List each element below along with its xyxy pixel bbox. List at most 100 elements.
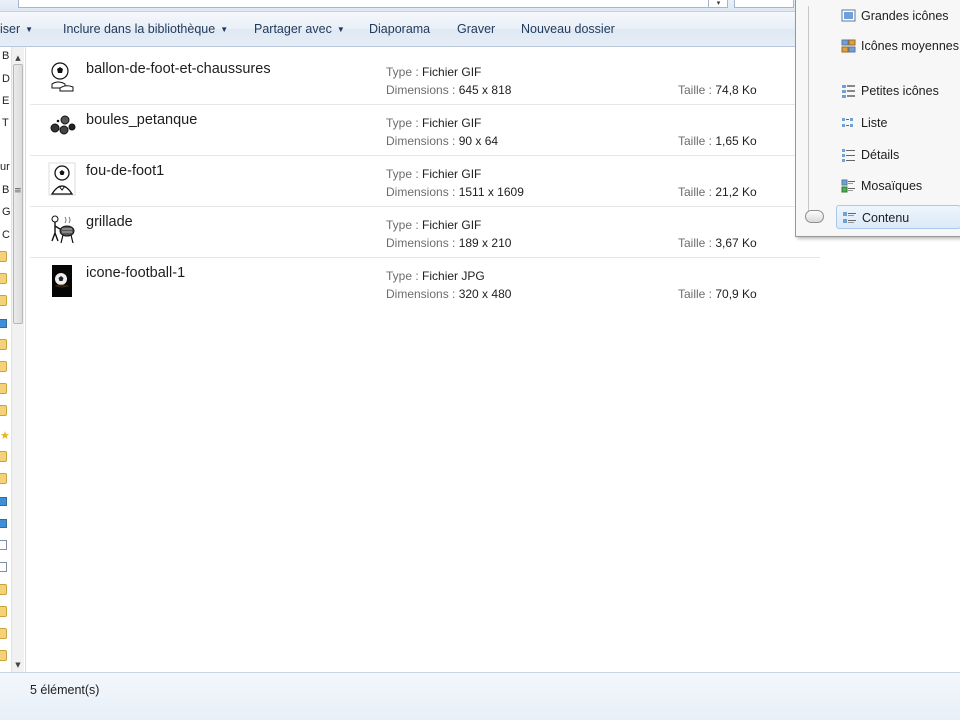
folder-icon[interactable] — [0, 451, 7, 462]
view-slider-track[interactable] — [808, 6, 809, 220]
share-with-button[interactable]: Partager avec ▼ — [254, 12, 345, 46]
folder-icon[interactable] — [0, 361, 7, 372]
nav-item-label[interactable]: G — [2, 206, 11, 218]
folder-icon[interactable] — [0, 273, 7, 284]
file-row[interactable]: boules_petanque Type : Fichier GIF Dimen… — [30, 105, 820, 156]
scroll-down-icon[interactable]: ▼ — [12, 658, 24, 672]
view-slider-handle[interactable] — [805, 210, 824, 223]
menu-item-small-icons[interactable]: Petites icônes — [836, 79, 960, 103]
burn-button[interactable]: Graver — [457, 12, 495, 46]
include-label: Inclure dans la bibliothèque — [63, 22, 216, 36]
scroll-up-icon[interactable]: ▲ — [12, 51, 24, 65]
menu-item-label: Petites icônes — [861, 84, 939, 98]
network-icon[interactable] — [0, 519, 7, 528]
file-dimensions: Dimensions : 645 x 818 — [386, 83, 512, 97]
details-icon — [842, 149, 855, 162]
folder-icon[interactable] — [0, 628, 7, 639]
share-label: Partager avec — [254, 22, 332, 36]
folder-icon[interactable] — [0, 295, 7, 306]
nav-item-label[interactable]: T — [2, 117, 9, 129]
file-size: Taille : 21,2 Ko — [678, 185, 757, 199]
nav-item-label[interactable]: B — [2, 50, 9, 62]
file-name: fou-de-foot1 — [86, 163, 165, 179]
file-size: Taille : 1,65 Ko — [678, 134, 757, 148]
file-dimensions: Dimensions : 90 x 64 — [386, 134, 499, 148]
menu-item-details[interactable]: Détails — [836, 143, 960, 167]
football-photo-thumb — [52, 265, 72, 297]
file-dimensions: Dimensions : 320 x 480 — [386, 287, 512, 301]
file-dimensions: Dimensions : 189 x 210 — [386, 236, 512, 250]
chevron-down-icon: ▼ — [25, 25, 34, 34]
chevron-down-icon: ▼ — [336, 25, 345, 34]
navigation-pane: B D E T ur B G C ★ ▲ ≡ ▼ — [0, 47, 26, 672]
file-row[interactable]: icone-football-1 Type : Fichier JPG Dime… — [30, 258, 820, 309]
folder-icon[interactable] — [0, 650, 7, 661]
menu-item-label: Contenu — [862, 211, 910, 225]
menu-item-label: Liste — [861, 116, 888, 130]
football-fan-thumb — [48, 162, 76, 196]
petanque-balls-thumb — [50, 115, 76, 135]
status-bar: 5 élément(s) — [0, 672, 960, 720]
document-icon[interactable] — [0, 562, 7, 572]
new-folder-button[interactable]: Nouveau dossier — [521, 12, 615, 46]
menu-item-tiles[interactable]: Mosaïques — [836, 174, 960, 198]
folder-icon[interactable] — [0, 383, 7, 394]
nav-item-label[interactable]: E — [2, 95, 9, 107]
address-dropdown-button[interactable]: ▾ — [708, 0, 728, 8]
file-name: ballon-de-foot-et-chaussures — [86, 61, 271, 77]
file-size: Taille : 3,67 Ko — [678, 236, 757, 250]
barbecue-thumb — [51, 215, 75, 244]
organize-label: iser — [0, 22, 21, 36]
file-size: Taille : 70,9 Ko — [678, 287, 757, 301]
file-type: Type : Fichier GIF — [386, 65, 482, 79]
view-options-menu: Grandes icônes Icônes moyennes Petites i… — [795, 0, 960, 237]
network-icon[interactable] — [0, 497, 7, 506]
file-row[interactable]: ballon-de-foot-et-chaussures Type : Fich… — [30, 54, 820, 105]
content-icon — [843, 212, 856, 223]
organize-button[interactable]: iser ▼ — [0, 12, 33, 46]
menu-item-label: Mosaïques — [861, 179, 923, 193]
file-type: Type : Fichier JPG — [386, 269, 485, 283]
file-type: Type : Fichier GIF — [386, 218, 482, 232]
tiles-icon — [841, 179, 855, 193]
file-row[interactable]: grillade Type : Fichier GIF Dimensions :… — [30, 207, 820, 258]
file-size: Taille : 74,8 Ko — [678, 83, 757, 97]
document-icon[interactable] — [0, 540, 7, 550]
file-name: grillade — [86, 214, 133, 230]
list-icon — [842, 118, 853, 127]
file-row[interactable]: fou-de-foot1 Type : Fichier GIF Dimensio… — [30, 156, 820, 207]
include-in-library-button[interactable]: Inclure dans la bibliothèque ▼ — [63, 12, 228, 46]
menu-item-label: Icônes moyennes — [861, 39, 959, 53]
file-name: icone-football-1 — [86, 265, 186, 281]
nav-item-label[interactable]: B — [2, 184, 9, 196]
folder-icon[interactable] — [0, 339, 7, 350]
menu-item-content[interactable]: Contenu — [836, 205, 960, 229]
nav-scrollbar[interactable]: ▲ ≡ ▼ — [11, 47, 24, 672]
large-icons-icon — [841, 9, 856, 22]
soccer-ball-shoes-thumb — [51, 62, 74, 92]
favorites-star-icon[interactable]: ★ — [0, 430, 10, 441]
folder-icon[interactable] — [0, 405, 7, 416]
computer-icon[interactable] — [0, 319, 7, 328]
file-type: Type : Fichier GIF — [386, 167, 482, 181]
file-name: boules_petanque — [86, 112, 198, 128]
file-type: Type : Fichier GIF — [386, 116, 482, 130]
file-dimensions: Dimensions : 1511 x 1609 — [386, 185, 524, 199]
menu-item-label: Grandes icônes — [861, 9, 949, 23]
menu-item-medium-icons[interactable]: Icônes moyennes — [836, 34, 960, 58]
file-list: ballon-de-foot-et-chaussures Type : Fich… — [30, 54, 820, 309]
nav-item-label[interactable]: D — [2, 73, 10, 85]
nav-item-label[interactable]: C — [2, 229, 10, 241]
slideshow-button[interactable]: Diaporama — [369, 12, 430, 46]
menu-item-list[interactable]: Liste — [836, 111, 960, 135]
folder-icon[interactable] — [0, 606, 7, 617]
grip-icon: ≡ — [14, 186, 22, 196]
nav-item-label[interactable]: ur — [0, 161, 10, 173]
folder-icon[interactable] — [0, 251, 7, 262]
menu-item-label: Détails — [861, 148, 900, 162]
address-bar[interactable] — [18, 0, 728, 8]
search-box[interactable] — [734, 0, 794, 8]
folder-icon[interactable] — [0, 473, 7, 484]
menu-item-large-icons[interactable]: Grandes icônes — [836, 4, 960, 28]
folder-icon[interactable] — [0, 584, 7, 595]
